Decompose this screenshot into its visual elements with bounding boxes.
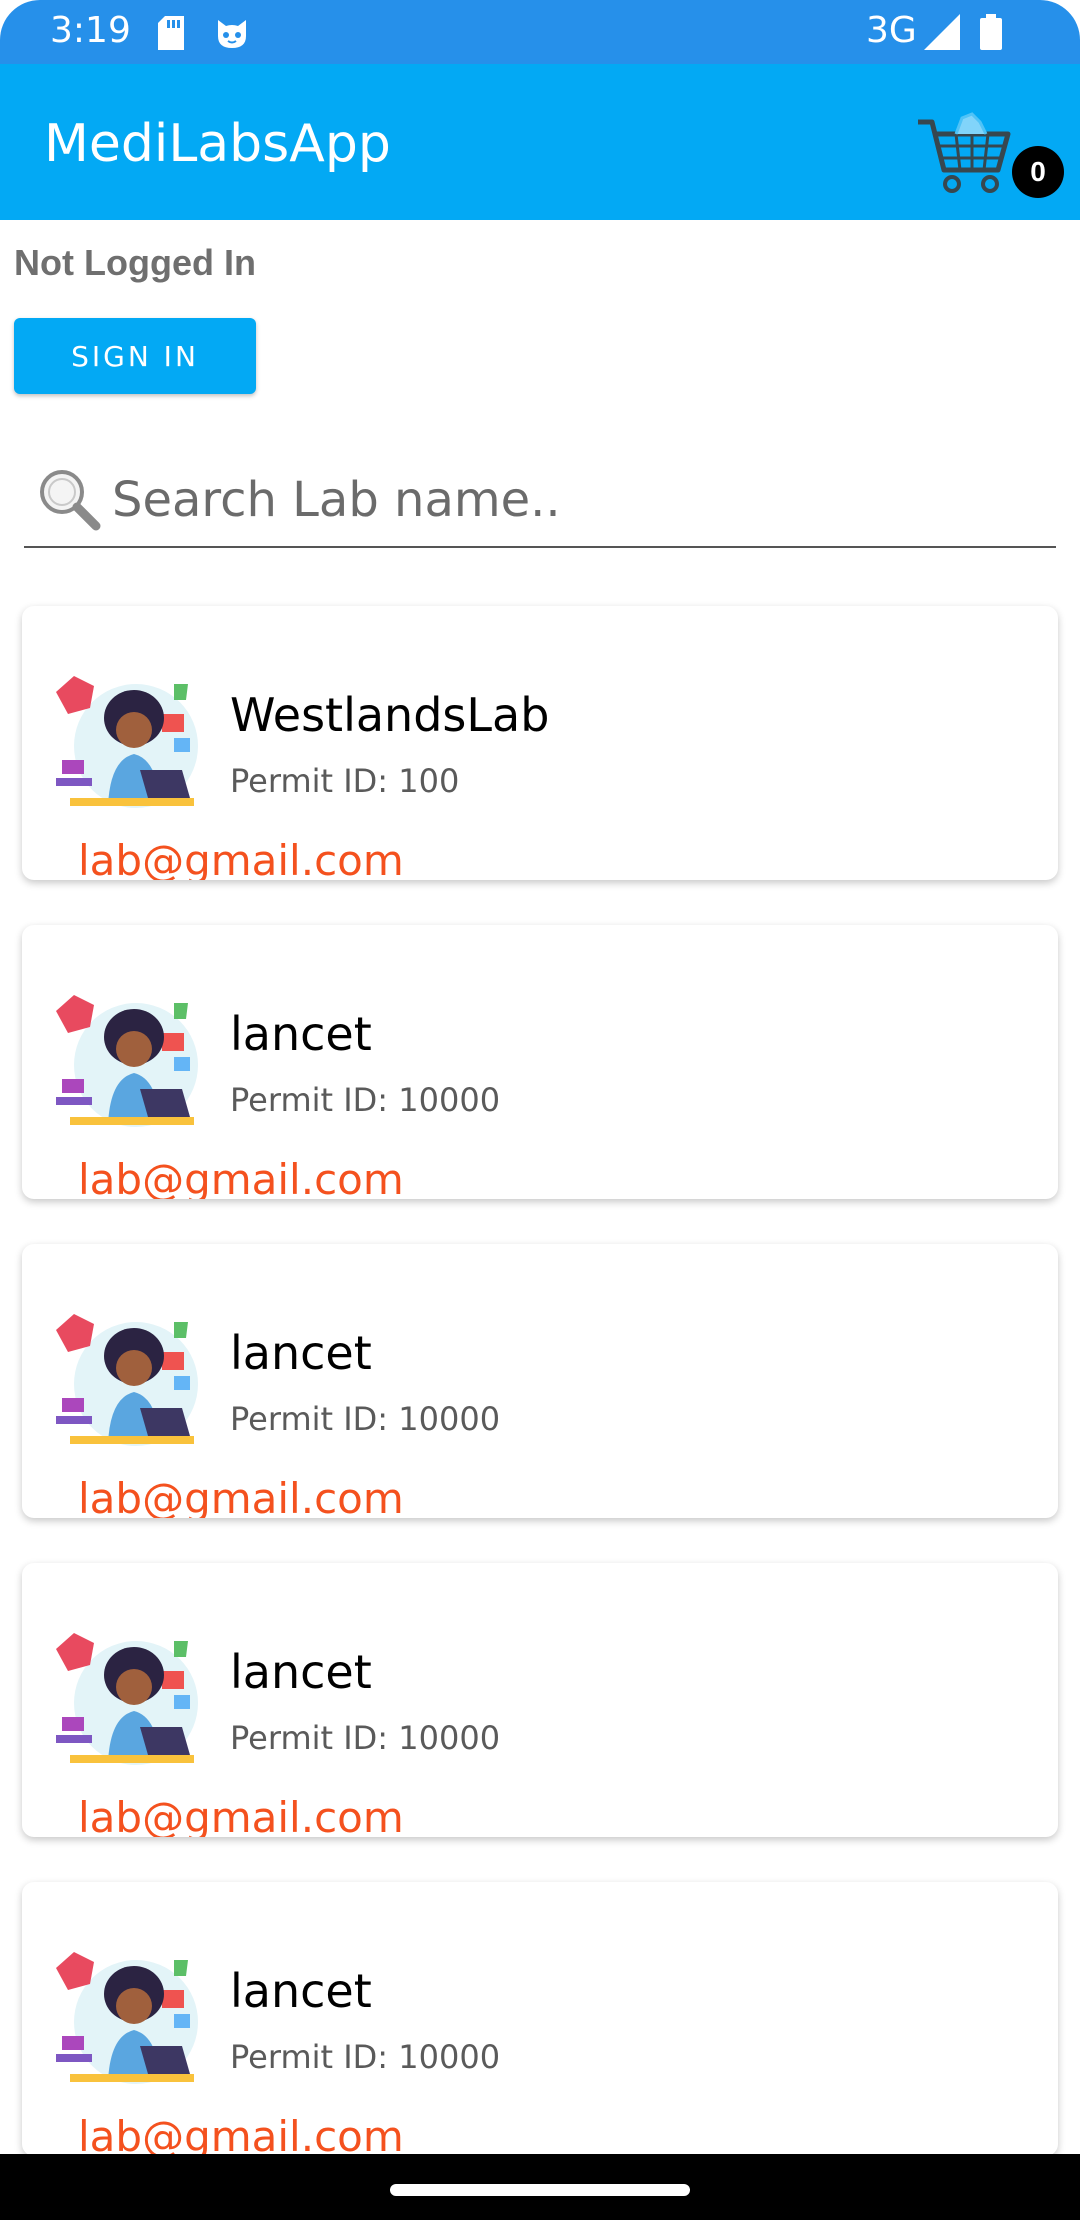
lab-name: lancet	[230, 1326, 372, 1380]
status-bar: 3:19 3G	[0, 0, 1080, 64]
lab-avatar	[50, 1312, 222, 1448]
home-gesture-handle[interactable]	[390, 2184, 690, 2196]
lab-permit-id: Permit ID: 10000	[230, 1081, 501, 1119]
lab-card[interactable]: lancet Permit ID: 10000 lab@gmail.com	[22, 925, 1058, 1199]
lab-email: lab@gmail.com	[78, 2112, 404, 2156]
lab-email: lab@gmail.com	[78, 1793, 404, 1837]
lab-permit-id: Permit ID: 10000	[230, 1719, 501, 1757]
lab-permit-id: Permit ID: 10000	[230, 1400, 501, 1438]
sd-card-icon	[158, 16, 184, 55]
status-time: 3:19	[50, 10, 131, 51]
cart-count-badge: 0	[1012, 146, 1064, 198]
app-title: MediLabsApp	[44, 114, 391, 174]
lab-avatar	[50, 993, 222, 1129]
lab-name: lancet	[230, 1645, 372, 1699]
network-type: 3G	[866, 10, 917, 51]
lab-card[interactable]: WestlandsLab Permit ID: 100 lab@gmail.co…	[22, 606, 1058, 880]
sign-in-button[interactable]: SIGN IN	[14, 318, 256, 394]
battery-icon	[980, 14, 1002, 55]
lab-permit-id: Permit ID: 10000	[230, 2038, 501, 2076]
lab-name: lancet	[230, 1964, 372, 2018]
lab-card[interactable]: lancet Permit ID: 10000 lab@gmail.com	[22, 1244, 1058, 1518]
lab-permit-id: Permit ID: 100	[230, 762, 460, 800]
lab-card[interactable]: lancet Permit ID: 10000 lab@gmail.com	[22, 1563, 1058, 1837]
cat-icon	[214, 16, 250, 55]
search-bar	[24, 456, 1056, 548]
lab-email: lab@gmail.com	[78, 836, 404, 880]
signal-icon	[924, 14, 960, 55]
lab-name: WestlandsLab	[230, 688, 550, 742]
lab-email: lab@gmail.com	[78, 1474, 404, 1518]
shopping-cart-icon[interactable]	[914, 100, 1014, 200]
lab-avatar	[50, 674, 222, 810]
magnifier-icon	[34, 464, 104, 539]
navigation-bar	[0, 2154, 1080, 2220]
lab-card[interactable]: lancet Permit ID: 10000 lab@gmail.com	[22, 1882, 1058, 2156]
lab-name: lancet	[230, 1007, 372, 1061]
lab-email: lab@gmail.com	[78, 1155, 404, 1199]
lab-avatar	[50, 1950, 222, 2086]
lab-avatar	[50, 1631, 222, 1767]
app-bar: MediLabsApp 0	[0, 64, 1080, 220]
login-status-text: Not Logged In	[14, 242, 256, 283]
search-input[interactable]	[112, 464, 1042, 536]
